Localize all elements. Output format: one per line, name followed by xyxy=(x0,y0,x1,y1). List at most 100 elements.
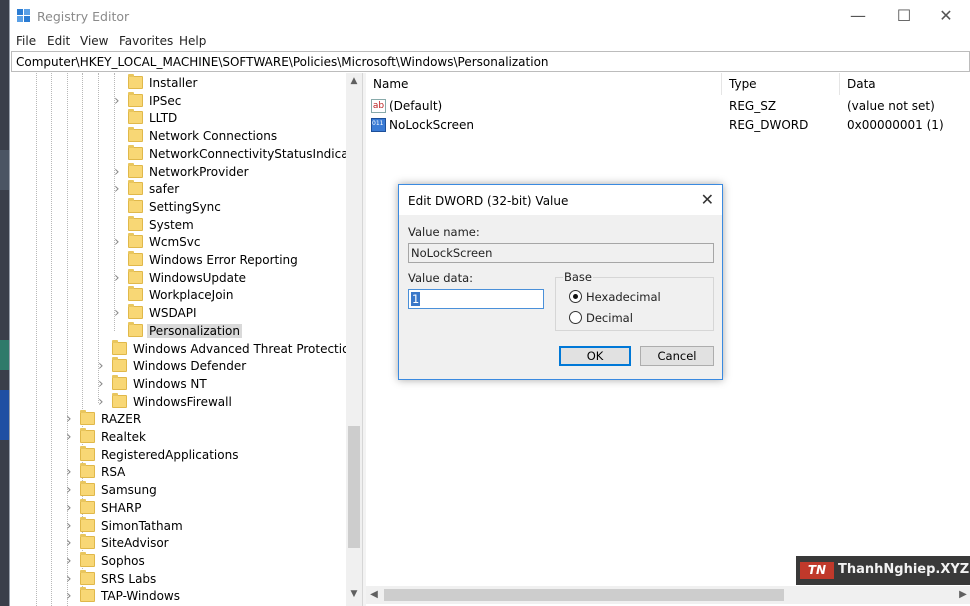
chevron-right-icon[interactable]: › xyxy=(66,501,76,515)
value-name-label: Value name: xyxy=(408,225,480,239)
dialog-title-bar[interactable]: Edit DWORD (32-bit) Value ✕ xyxy=(399,185,722,215)
tree-item[interactable]: › WindowsFirewall xyxy=(10,392,346,411)
menu-favorites[interactable]: Favorites xyxy=(119,34,173,48)
chevron-right-icon[interactable]: › xyxy=(66,412,76,426)
list-horizontal-scrollbar[interactable]: ◀ ▶ xyxy=(366,586,970,604)
close-button[interactable]: ✕ xyxy=(923,0,969,32)
scroll-thumb[interactable] xyxy=(348,426,360,548)
tree-item[interactable]: Personalization xyxy=(10,321,346,340)
hexadecimal-radio[interactable] xyxy=(569,290,582,303)
chevron-right-icon[interactable]: › xyxy=(114,306,124,320)
maximize-button[interactable]: ☐ xyxy=(881,0,927,32)
list-row[interactable]: NoLockScreen REG_DWORD 0x00000001 (1) xyxy=(366,116,970,135)
tree-item[interactable]: Windows Error Reporting xyxy=(10,251,346,269)
chevron-right-icon[interactable]: › xyxy=(114,271,124,285)
tree-item[interactable]: › RAZER xyxy=(10,410,346,428)
decimal-label[interactable]: Decimal xyxy=(586,311,633,325)
menu-edit[interactable]: Edit xyxy=(47,34,70,48)
tree-item[interactable]: RegisteredApplications xyxy=(10,445,346,464)
folder-icon xyxy=(80,445,95,461)
decimal-radio[interactable] xyxy=(569,311,582,324)
value-name: (Default) xyxy=(389,99,443,113)
menu-view[interactable]: View xyxy=(80,34,108,48)
chevron-right-icon[interactable]: › xyxy=(66,519,76,533)
chevron-right-icon[interactable]: › xyxy=(66,572,76,586)
tree-item[interactable]: NetworkConnectivityStatusIndicator xyxy=(10,144,362,163)
chevron-right-icon[interactable]: › xyxy=(66,589,76,603)
dialog-close-icon[interactable]: ✕ xyxy=(701,190,714,209)
cancel-button[interactable]: Cancel xyxy=(640,346,714,366)
chevron-right-icon[interactable]: › xyxy=(114,235,124,249)
chevron-right-icon[interactable]: › xyxy=(66,465,76,479)
scroll-right-icon[interactable]: ▶ xyxy=(955,586,970,604)
chevron-right-icon[interactable]: › xyxy=(114,165,124,179)
folder-icon xyxy=(128,109,143,125)
address-bar[interactable]: Computer\HKEY_LOCAL_MACHINE\SOFTWARE\Pol… xyxy=(11,51,970,72)
tree-item[interactable]: › Realtek xyxy=(10,428,346,446)
chevron-right-icon[interactable]: › xyxy=(66,536,76,550)
tree-item[interactable]: › Windows NT xyxy=(10,374,346,393)
tree-item-label: WcmSvc xyxy=(149,235,201,250)
column-header-name[interactable]: Name xyxy=(373,77,408,91)
tree-item[interactable]: › safer xyxy=(10,180,346,198)
tree-item[interactable]: › SimonTatham xyxy=(10,516,346,535)
tree-item[interactable]: › Sophos xyxy=(10,551,346,570)
tree-item[interactable]: › IPSec xyxy=(10,91,346,110)
ok-button[interactable]: OK xyxy=(559,346,631,366)
chevron-right-icon[interactable]: › xyxy=(66,483,76,497)
tree-item[interactable]: System xyxy=(10,215,346,234)
value-data-input[interactable]: 1 xyxy=(408,289,544,309)
folder-icon xyxy=(112,339,127,355)
chevron-right-icon[interactable]: › xyxy=(66,430,76,444)
scroll-down-icon[interactable]: ▼ xyxy=(346,586,362,602)
tree-item[interactable]: › Windows Defender xyxy=(10,357,346,375)
list-row[interactable]: ab (Default) REG_SZ (value not set) xyxy=(366,97,970,116)
tree-item[interactable]: Windows Advanced Threat Protection xyxy=(10,339,357,358)
folder-icon xyxy=(112,374,127,390)
title-bar[interactable]: Registry Editor — ☐ ✕ xyxy=(10,0,970,32)
chevron-right-icon[interactable]: › xyxy=(98,359,108,373)
tree-item[interactable]: › SRS Labs xyxy=(10,569,346,588)
tree-item-label: NetworkConnectivityStatusIndicator xyxy=(149,146,362,161)
tree-item[interactable]: LLTD xyxy=(10,109,346,127)
tree-item-label: SHARP xyxy=(101,500,142,515)
tree-item[interactable]: Network Connections xyxy=(10,127,346,145)
scroll-left-icon[interactable]: ◀ xyxy=(366,586,382,604)
tree-item[interactable]: WorkplaceJoin xyxy=(10,286,346,304)
chevron-right-icon[interactable]: › xyxy=(98,395,108,409)
tree-item[interactable]: SettingSync xyxy=(10,197,346,216)
tree-item[interactable]: › RSA xyxy=(10,463,346,481)
chevron-right-icon[interactable]: › xyxy=(66,554,76,568)
tree-item-label: NetworkProvider xyxy=(149,164,249,179)
folder-icon xyxy=(80,481,95,497)
scroll-thumb[interactable] xyxy=(384,589,784,601)
column-header-data[interactable]: Data xyxy=(847,77,876,91)
hexadecimal-label[interactable]: Hexadecimal xyxy=(586,290,661,304)
tree-item-label: Personalization xyxy=(147,323,242,338)
tree-item[interactable]: Installer xyxy=(10,74,346,92)
scroll-up-icon[interactable]: ▲ xyxy=(346,73,362,89)
base-group-title: Base xyxy=(563,270,594,284)
column-header-type[interactable]: Type xyxy=(729,77,757,91)
menu-help[interactable]: Help xyxy=(179,34,206,48)
tree-vertical-scrollbar[interactable]: ▲ ▼ xyxy=(346,73,362,606)
chevron-right-icon[interactable]: › xyxy=(114,94,124,108)
tree-item-label: WorkplaceJoin xyxy=(149,288,234,303)
tree-item[interactable]: › Samsung xyxy=(10,481,346,499)
menu-file[interactable]: File xyxy=(16,34,36,48)
folder-icon xyxy=(80,498,95,514)
tree-item[interactable]: › WcmSvc xyxy=(10,233,346,251)
watermark-logo: TN xyxy=(800,562,834,579)
tree-item[interactable]: › NetworkProvider xyxy=(10,162,346,181)
tree-item[interactable]: › SiteAdvisor xyxy=(10,534,346,552)
minimize-button[interactable]: — xyxy=(835,0,881,32)
tree-item[interactable]: › WindowsUpdate xyxy=(10,268,346,287)
tree-item[interactable]: › SHARP xyxy=(10,498,346,517)
column-divider[interactable] xyxy=(839,73,840,95)
column-divider[interactable] xyxy=(721,73,722,95)
tree-item-label: Samsung xyxy=(101,483,157,498)
chevron-right-icon[interactable]: › xyxy=(98,377,108,391)
tree-item[interactable]: › TAP-Windows xyxy=(10,587,346,605)
chevron-right-icon[interactable]: › xyxy=(114,182,124,196)
tree-item[interactable]: › WSDAPI xyxy=(10,304,346,322)
